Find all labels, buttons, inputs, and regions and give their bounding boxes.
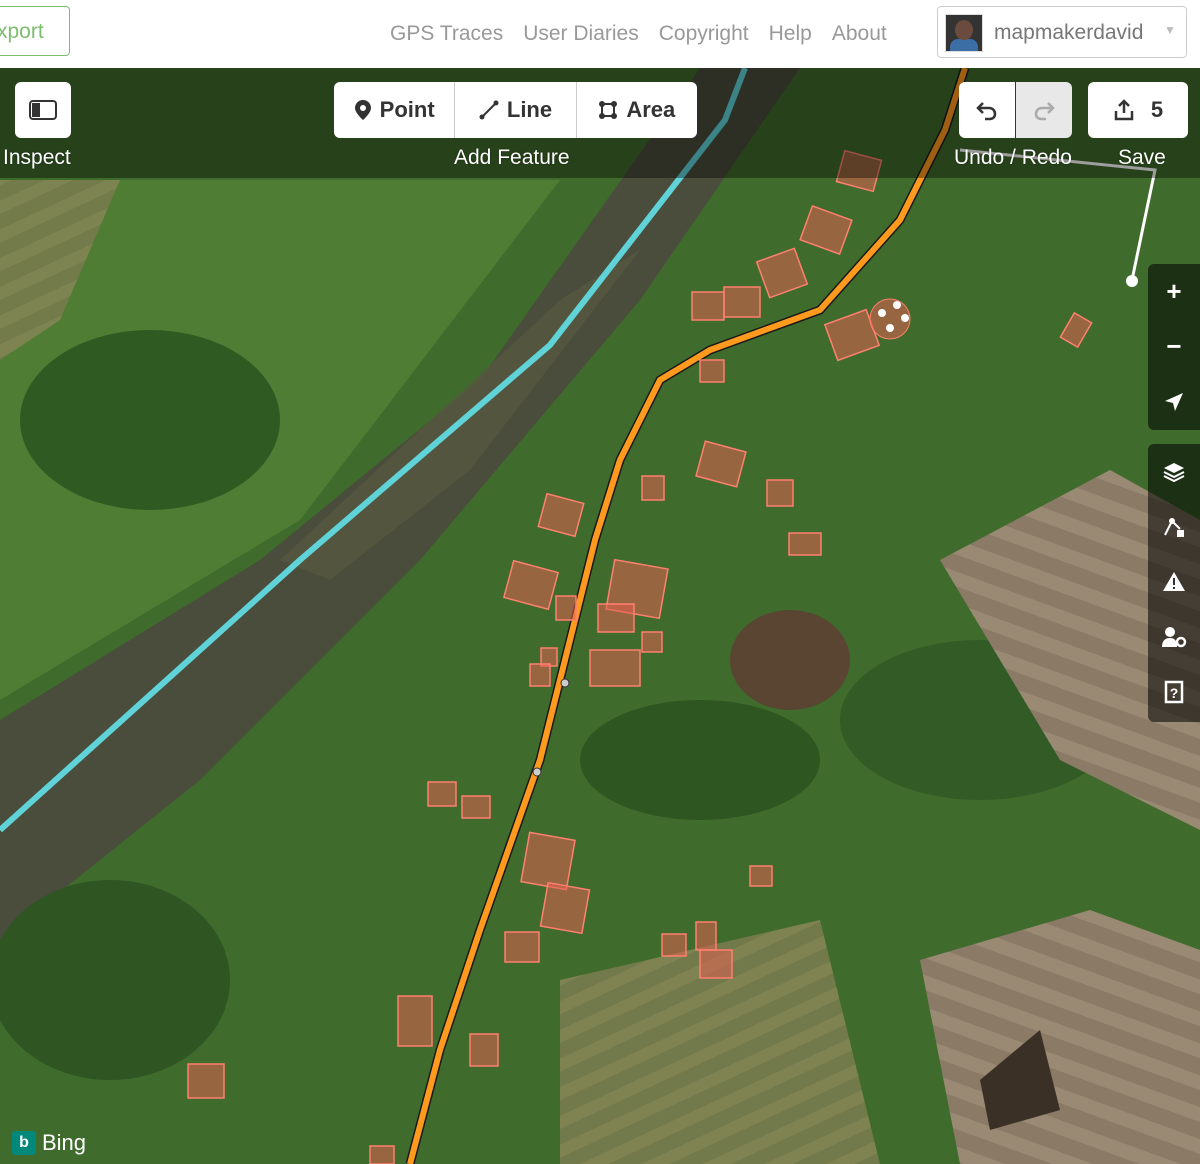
- area-icon: [599, 101, 618, 119]
- satellite-imagery: [0, 68, 1200, 1164]
- caret-down-icon: ▼: [1164, 23, 1176, 37]
- help-book-icon: ?: [1164, 680, 1184, 703]
- export-label: Export: [0, 20, 44, 43]
- save-count: 5: [1150, 97, 1164, 122]
- map-panes: ?: [1148, 444, 1200, 722]
- area-label: Area: [626, 97, 676, 122]
- add-area-button[interactable]: Area: [577, 82, 697, 138]
- issues-button[interactable]: [1148, 554, 1200, 609]
- add-feature-group: Point Line Area: [334, 82, 697, 138]
- line-label: Line: [506, 97, 553, 122]
- svg-text:?: ?: [1170, 685, 1179, 701]
- zoom-in-icon: +: [1166, 276, 1182, 306]
- upload-icon: [1114, 99, 1134, 121]
- imagery-attribution[interactable]: b Bing: [12, 1130, 86, 1156]
- point-label: Point: [379, 97, 435, 122]
- redo-icon: [1034, 102, 1055, 121]
- user-menu[interactable]: mapmakerdavid ▼: [937, 6, 1187, 58]
- location-arrow-icon: [1165, 392, 1183, 411]
- nav-link-about[interactable]: About: [832, 22, 887, 46]
- map-data-icon: [1164, 517, 1184, 537]
- preferences-button[interactable]: [1148, 609, 1200, 664]
- save-button[interactable]: 5: [1088, 82, 1188, 138]
- geolocate-button[interactable]: [1148, 374, 1200, 429]
- map-marker-icon: [354, 100, 371, 120]
- attribution-label: Bing: [42, 1130, 87, 1155]
- user-gear-icon: [1162, 626, 1187, 647]
- background-button[interactable]: [1148, 444, 1200, 499]
- nav-link-help[interactable]: Help: [769, 22, 812, 46]
- nav-links: GPS Traces User Diaries Copyright Help A…: [380, 22, 897, 46]
- warning-icon: [1163, 571, 1185, 591]
- map-data-button[interactable]: [1148, 499, 1200, 554]
- username: mapmakerdavid: [994, 21, 1144, 44]
- bing-logo-icon: b: [12, 1131, 36, 1155]
- line-icon: [479, 100, 499, 120]
- zoom-out-icon: −: [1166, 331, 1182, 361]
- undo-redo-label: Undo / Redo: [954, 146, 1072, 169]
- layers-icon: [1163, 462, 1185, 482]
- add-point-button[interactable]: Point: [334, 82, 456, 138]
- add-feature-label: Add Feature: [454, 146, 570, 169]
- zoom-out-button[interactable]: −: [1148, 319, 1200, 374]
- top-navigation: Export GPS Traces User Diaries Copyright…: [0, 0, 1200, 68]
- nav-link-gps-traces[interactable]: GPS Traces: [390, 22, 503, 46]
- inspect-label: Inspect: [3, 146, 71, 169]
- nav-link-user-diaries[interactable]: User Diaries: [523, 22, 639, 46]
- inspect-button[interactable]: [15, 82, 71, 138]
- map-canvas[interactable]: [0, 68, 1200, 1164]
- add-line-button[interactable]: Line: [455, 82, 577, 138]
- avatar: [945, 14, 983, 52]
- sidebar-toggle-icon: [29, 100, 57, 120]
- redo-button[interactable]: [1016, 82, 1072, 138]
- undo-icon: [976, 102, 997, 121]
- map-controls: + −: [1148, 264, 1200, 430]
- save-label: Save: [1118, 146, 1166, 169]
- export-button[interactable]: Export: [0, 6, 70, 56]
- zoom-in-button[interactable]: +: [1148, 264, 1200, 319]
- help-button[interactable]: ?: [1148, 664, 1200, 719]
- nav-link-copyright[interactable]: Copyright: [659, 22, 749, 46]
- undo-button[interactable]: [959, 82, 1015, 138]
